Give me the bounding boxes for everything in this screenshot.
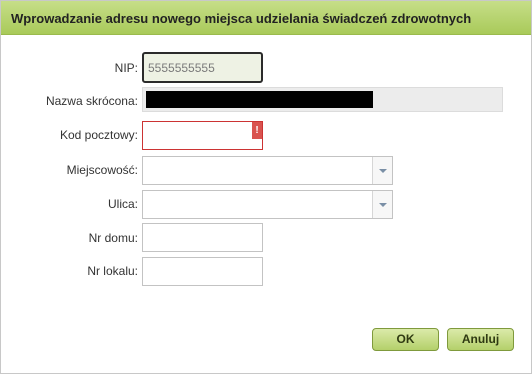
dialog-titlebar[interactable]: Wprowadzanie adresu nowego miejsca udzie… xyxy=(1,1,531,35)
postal-code-input[interactable]: ! xyxy=(142,121,263,150)
address-dialog: Wprowadzanie adresu nowego miejsca udzie… xyxy=(0,0,532,374)
chevron-down-icon xyxy=(379,169,387,173)
street-dropdown-button[interactable] xyxy=(372,191,392,218)
house-number-label: Nr domu: xyxy=(88,231,138,245)
city-combobox[interactable] xyxy=(142,156,393,185)
city-label: Miejscowość: xyxy=(66,163,138,177)
redacted-value xyxy=(146,91,373,108)
street-label: Ulica: xyxy=(107,197,138,211)
cancel-button[interactable]: Anuluj xyxy=(447,328,514,351)
short-name-field xyxy=(142,87,503,112)
postal-code-label: Kod pocztowy: xyxy=(59,128,138,142)
house-number-input[interactable] xyxy=(142,223,263,252)
nip-label: NIP: xyxy=(114,61,138,75)
error-icon: ! xyxy=(252,122,262,139)
ok-button[interactable]: OK xyxy=(372,328,439,351)
city-dropdown-button[interactable] xyxy=(372,157,392,184)
apartment-number-label: Nr lokalu: xyxy=(87,264,138,278)
apartment-number-input[interactable] xyxy=(142,257,263,286)
nip-field[interactable]: 5555555555 xyxy=(142,52,263,83)
chevron-down-icon xyxy=(379,203,387,207)
street-combobox[interactable] xyxy=(142,190,393,219)
short-name-label: Nazwa skrócona: xyxy=(45,94,138,108)
nip-value: 5555555555 xyxy=(148,61,215,75)
dialog-title: Wprowadzanie adresu nowego miejsca udzie… xyxy=(11,11,472,26)
